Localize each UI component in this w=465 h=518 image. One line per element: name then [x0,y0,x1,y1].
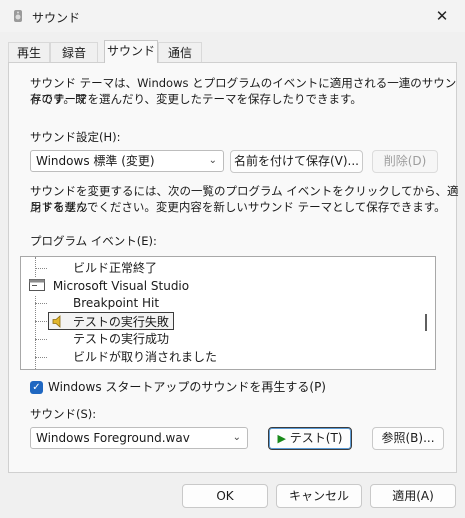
chevron-down-icon: ⌄ [208,155,217,166]
tree-connector [35,321,47,322]
tab-communications[interactable]: 通信 [158,42,202,62]
sound-file-label: サウンド(S): [30,407,97,421]
description-line-2: 存のテーマを選んだり、変更したテーマを保存したりできます。 [30,92,362,106]
checkmark-icon: ✓ [32,382,41,393]
program-events-list[interactable]: ビルド正常終了 Microsoft Visual Studio Breakpoi… [20,256,436,370]
tab-recording[interactable]: 録音 [50,42,98,62]
tree-connector [35,357,47,358]
tree-connector [35,268,47,269]
sound-scheme-label: サウンド設定(H): [30,130,121,144]
browse-button[interactable]: 参照(B)... [372,427,444,450]
list-item[interactable]: Breakpoint Hit [73,294,159,312]
sound-scheme-value: Windows 標準 (変更) [36,154,155,168]
application-window-icon [29,279,45,291]
ok-button[interactable]: OK [182,484,268,508]
list-item[interactable]: ビルド正常終了 [73,259,157,277]
tree-connector [35,339,47,340]
tree-connector [35,303,47,304]
list-item[interactable]: テストの実行成功 [73,330,169,348]
list-item[interactable]: ビルドが取り消されました [73,348,217,366]
sound-file-select[interactable]: Windows Foreground.wav ⌄ [30,427,248,449]
close-button[interactable]: ✕ [419,0,465,32]
test-sound-button[interactable]: ▶ テスト(T) [268,427,352,450]
tab-sounds[interactable]: サウンド [104,40,158,63]
apply-button[interactable]: 適用(A) [370,484,456,508]
tree-line [35,257,36,369]
scrollbar-thumb[interactable] [425,314,427,331]
speaker-app-icon [14,10,22,22]
delete-scheme-button[interactable]: 削除(D) [372,150,438,173]
instructions-line-2: ンドを選んでください。変更内容を新しいサウンド テーマとして保存できます。 [30,200,446,214]
window-title: サウンド [32,11,81,25]
program-events-label: プログラム イベント(E): [30,234,157,248]
cancel-button[interactable]: キャンセル [276,484,362,508]
sound-scheme-select[interactable]: Windows 標準 (変更) ⌄ [30,150,224,172]
speaker-icon [52,315,61,328]
list-group-item[interactable]: Microsoft Visual Studio [29,277,190,295]
play-icon: ▶ [277,432,286,445]
save-as-button[interactable]: 名前を付けて保存(V)... [230,150,363,173]
sound-file-value: Windows Foreground.wav [36,431,190,445]
chevron-down-icon: ⌄ [232,432,241,443]
close-icon: ✕ [435,7,449,25]
sound-dialog: サウンド ✕ 再生 録音 サウンド 通信 サウンド テーマは、Windows と… [0,0,465,518]
startup-sound-label: Windows スタートアップのサウンドを再生する(P) [48,380,326,394]
list-item-selected[interactable]: テストの実行失敗 [48,312,174,330]
tab-playback[interactable]: 再生 [8,42,50,62]
startup-sound-checkbox[interactable]: ✓ [30,381,43,394]
title-bar: サウンド ✕ [0,0,465,32]
